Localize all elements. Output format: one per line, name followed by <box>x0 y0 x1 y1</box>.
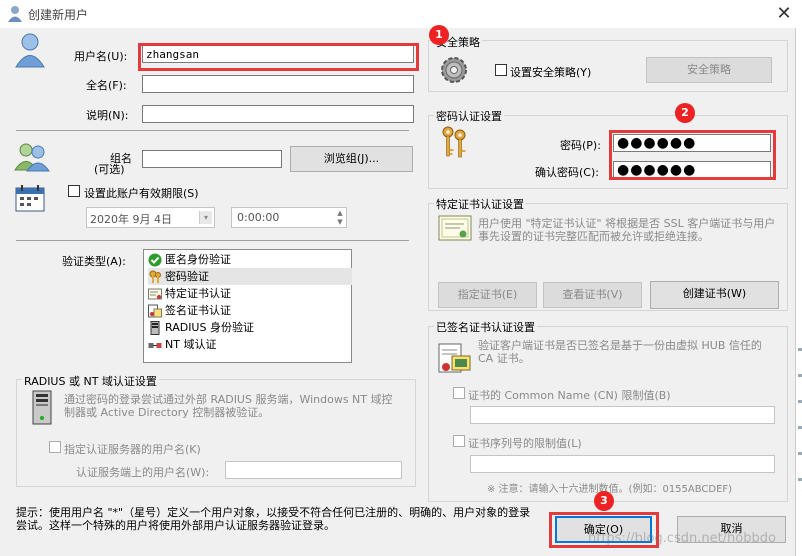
server-tower-icon <box>32 390 52 425</box>
security-policy-checkbox[interactable] <box>495 64 507 76</box>
auth-item-radius[interactable]: RADIUS 身份验证 <box>148 319 352 336</box>
auth-item-anonymous[interactable]: 匿名身份验证 <box>148 251 352 268</box>
auth-item-signed-cert[interactable]: 签名证书认证 <box>148 302 352 319</box>
auth-item-nt-domain[interactable]: NT 域认证 <box>148 336 352 353</box>
network-icon <box>148 343 162 348</box>
auth-item-label: 匿名身份验证 <box>165 253 231 266</box>
auth-item-label: 签名证书认证 <box>165 304 231 317</box>
annotation-badge-1: 1 <box>429 25 449 45</box>
highlight-box-2 <box>609 130 776 180</box>
title-bar: 创建新用户 ✕ <box>0 0 802 28</box>
username-label: 用户名(U): <box>74 50 128 63</box>
signed-cert-description: 验证客户端证书是否已签名是基于一份由虚拟 HUB 信任的 CA 证书。 <box>478 339 762 365</box>
calendar-icon <box>15 185 45 212</box>
server-icon <box>150 321 160 335</box>
gear-icon <box>441 57 467 83</box>
specific-cert-description: 用户使用 "特定证书认证" 将根据是否 SSL 客户端证书与用户事先设置的证书完… <box>478 217 776 243</box>
keys-icon <box>149 270 161 283</box>
close-button[interactable]: ✕ <box>770 2 798 26</box>
auth-item-label: RADIUS 身份验证 <box>165 321 254 334</box>
expiry-time-value: 0:00:00 <box>237 211 280 224</box>
signed-certificate-icon <box>148 304 162 318</box>
annotation-badge-2: 2 <box>675 103 695 123</box>
specify-server-username-label: 指定认证服务器的用户名(K) <box>64 443 201 456</box>
auth-type-list[interactable]: 匿名身份验证 密码验证 特定证书认证 签名证书认证 RADIUS 身份验证 NT… <box>143 249 352 363</box>
server-username-input[interactable] <box>225 461 402 479</box>
annotation-badge-3: 3 <box>594 491 614 511</box>
expiry-time-picker[interactable]: 0:00:00 ▲ ▼ <box>231 207 347 228</box>
hint-text: 提示：使用用户名 "*"（星号）定义一个用户对象，以接受不符合任何已注册的、明确… <box>16 506 531 532</box>
time-down-arrow-icon[interactable]: ▼ <box>334 218 346 226</box>
specify-server-username-checkbox[interactable] <box>49 441 61 453</box>
confirm-password-label: 确认密码(C): <box>535 166 599 179</box>
cn-limit-checkbox[interactable] <box>453 387 465 399</box>
highlight-box-1 <box>138 43 419 71</box>
expiry-checkbox[interactable] <box>68 185 80 197</box>
password-label: 密码(P): <box>560 139 601 152</box>
certificate-icon <box>148 288 162 300</box>
fullname-input[interactable] <box>142 75 414 93</box>
security-policy-checkbox-label: 设置安全策略(Y) <box>510 66 592 79</box>
auth-item-specific-cert[interactable]: 特定证书认证 <box>148 285 352 302</box>
specific-cert-title: 特定证书认证设置 <box>434 196 526 212</box>
auth-item-label: 密码验证 <box>165 270 209 283</box>
background-window-strip <box>795 28 802 556</box>
separator <box>16 240 409 241</box>
separator <box>16 130 409 131</box>
security-policy-button[interactable]: 安全策略 <box>646 57 772 83</box>
time-up-arrow-icon[interactable]: ▲ <box>334 209 346 217</box>
serial-limit-checkbox[interactable] <box>453 435 465 447</box>
group-input[interactable] <box>142 150 282 168</box>
calendar-dropdown-icon[interactable]: ▾ <box>199 211 212 224</box>
specify-cert-button[interactable]: 指定证书(E) <box>438 282 537 308</box>
expiry-checkbox-label: 设置此账户有效期限(S) <box>84 187 199 200</box>
serial-limit-input[interactable] <box>470 455 775 473</box>
radius-description: 通过密码的登录尝试通过外部 RADIUS 服务端，Windows NT 域控制器… <box>64 393 393 419</box>
cn-limit-input[interactable] <box>470 406 775 424</box>
keys-icon <box>442 126 466 158</box>
signed-cert-title: 已签名证书认证设置 <box>434 319 537 335</box>
browse-group-button[interactable]: 浏览组(J)... <box>290 146 413 172</box>
expiry-date-value: 2020年 9月 4日 <box>90 213 172 226</box>
watermark-text: https://blog.csdn.net/hobbdo <box>588 531 776 546</box>
cn-limit-label: 证书的 Common Name (CN) 限制值(B) <box>468 389 671 402</box>
user-avatar-icon <box>15 33 45 68</box>
green-check-icon <box>148 253 162 267</box>
description-input[interactable] <box>142 105 414 123</box>
auth-item-password[interactable]: 密码验证 <box>148 268 352 285</box>
signed-certificate-icon <box>438 343 471 373</box>
auth-item-label: NT 域认证 <box>165 338 217 351</box>
server-username-label: 认证服务端上的用户名(W): <box>76 466 210 479</box>
user-icon <box>8 6 22 22</box>
create-cert-button[interactable]: 创建证书(W) <box>650 281 779 309</box>
password-group-title: 密码认证设置 <box>434 108 504 124</box>
group-icon <box>14 143 50 172</box>
window-title: 创建新用户 <box>28 8 89 22</box>
radius-group-title: RADIUS 或 NT 域认证设置 <box>22 373 159 389</box>
view-cert-button[interactable]: 查看证书(V) <box>543 282 642 308</box>
description-label: 说明(N): <box>86 109 129 122</box>
certificate-icon <box>438 215 472 241</box>
fullname-label: 全名(F): <box>86 79 127 92</box>
expiry-date-picker[interactable]: 2020年 9月 4日 ▾ <box>86 207 215 228</box>
auth-type-label: 验证类型(A): <box>62 255 126 268</box>
serial-limit-label: 证书序列号的限制值(L) <box>468 437 582 450</box>
auth-item-label: 特定证书认证 <box>165 287 231 300</box>
group-label-line2: (可选) <box>94 163 125 176</box>
